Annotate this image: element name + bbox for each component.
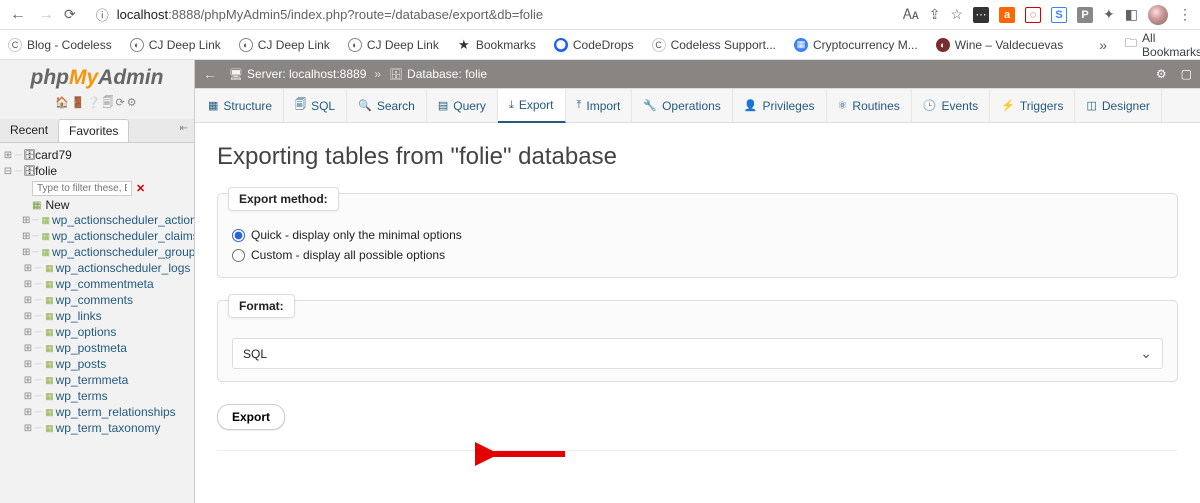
tab-search[interactable]: 🔍Search: [347, 89, 427, 122]
db-tree: ⊞─🗄card79 ⊟─🗄folie ✕ ▦New ⊞─▦wp_actionsc…: [0, 143, 194, 436]
settings-icon[interactable]: ⚙: [127, 97, 139, 109]
ext-icon-5[interactable]: P: [1077, 7, 1093, 23]
tab-export[interactable]: ⤓Export: [498, 89, 566, 123]
table-node[interactable]: ⊞─▦wp_actionscheduler_actions: [2, 212, 194, 228]
page-title: Exporting tables from "folie" database: [217, 143, 1178, 171]
page-settings-icon[interactable]: ⚙: [1156, 67, 1167, 81]
bookmark-item[interactable]: CCodeless Support...: [652, 38, 776, 52]
export-method-legend: Export method:: [228, 187, 339, 211]
filter-row: ✕: [2, 179, 194, 198]
reload-nav-icon[interactable]: ⟳: [116, 97, 127, 109]
table-node[interactable]: ⊞─▦wp_termmeta: [2, 372, 194, 388]
filter-input[interactable]: [32, 181, 132, 196]
new-table[interactable]: ▦New: [2, 198, 194, 212]
format-select[interactable]: SQL ⌄: [232, 338, 1163, 369]
bookmark-item[interactable]: ▦Cryptocurrency M...: [794, 38, 918, 52]
table-node[interactable]: ⊞─▦wp_postmeta: [2, 340, 194, 356]
home-icon[interactable]: 🏠: [55, 97, 71, 109]
tab-routines[interactable]: ⚛Routines: [827, 89, 912, 122]
tab-privileges[interactable]: 👤Privileges: [733, 89, 827, 122]
ext-icon-1[interactable]: ⋯: [973, 7, 989, 23]
radio-quick[interactable]: Quick - display only the minimal options: [232, 225, 1163, 245]
radio-custom[interactable]: Custom - display all possible options: [232, 245, 1163, 265]
forward-button[interactable]: →: [36, 6, 56, 24]
sidepanel-icon[interactable]: ◧: [1125, 6, 1138, 23]
toolbar-icons: 🗛 ⇪ ☆ ⋯ a ◌ S P ✦ ◧ ⋮: [903, 5, 1192, 25]
profile-avatar[interactable]: [1148, 5, 1168, 25]
bookmark-item[interactable]: ◐Wine – Valdecuevas: [936, 38, 1064, 52]
tab-triggers[interactable]: ⚡Triggers: [990, 89, 1075, 122]
pma-logo[interactable]: phpMyAdmin: [0, 60, 194, 92]
bookmark-item[interactable]: ⬤CodeDrops: [554, 38, 634, 52]
breadcrumb-database[interactable]: 🗄Database: folie: [389, 67, 487, 81]
extensions-icon[interactable]: ✦: [1103, 6, 1115, 23]
sql-icon[interactable]: 🗐: [103, 97, 116, 109]
export-page: Exporting tables from "folie" database E…: [195, 123, 1200, 471]
tab-sql[interactable]: 🗐SQL: [284, 89, 347, 122]
table-node[interactable]: ⊞─▦wp_term_taxonomy: [2, 420, 194, 436]
filter-clear-icon[interactable]: ✕: [136, 182, 145, 195]
star-icon[interactable]: ☆: [950, 6, 963, 23]
browser-toolbar: ← → ⟳ ⓘ localhost:8888/phpMyAdmin5/index…: [0, 0, 1200, 30]
bookmarks-overflow[interactable]: »: [1099, 37, 1107, 53]
table-node[interactable]: ⊞─▦wp_commentmeta: [2, 276, 194, 292]
address-bar[interactable]: ⓘ localhost:8888/phpMyAdmin5/index.php?r…: [84, 4, 895, 26]
table-node[interactable]: ⊞─▦wp_posts: [2, 356, 194, 372]
nav-shortcuts: 🏠🚪❔🗐⟳⚙: [0, 92, 194, 119]
bookmark-item[interactable]: ◐CJ Deep Link: [239, 38, 330, 52]
tab-query[interactable]: ▤Query: [427, 89, 498, 122]
export-button[interactable]: Export: [217, 404, 285, 430]
translate-icon[interactable]: 🗛: [903, 6, 919, 23]
back-button[interactable]: ←: [8, 6, 28, 24]
tab-favorites[interactable]: Favorites: [58, 119, 129, 142]
arrow-annotation: [475, 439, 575, 469]
bookmark-item[interactable]: ◐CJ Deep Link: [348, 38, 439, 52]
page-toggle-icon[interactable]: ▢: [1181, 67, 1192, 81]
nav-tabs: Recent Favorites ⇤: [0, 119, 194, 143]
table-node[interactable]: ⊞─▦wp_terms: [2, 388, 194, 404]
tab-import[interactable]: ⤒Import: [566, 89, 633, 122]
tab-designer[interactable]: ◫Designer: [1075, 89, 1161, 122]
breadcrumb: ← 🖥Server: localhost:8889 » 🗄Database: f…: [195, 60, 1200, 88]
share-icon[interactable]: ⇪: [929, 6, 941, 23]
docs-icon[interactable]: ❔: [87, 97, 103, 109]
db-node[interactable]: ⊞─🗄card79: [2, 147, 194, 163]
tab-structure[interactable]: ▦Structure: [197, 89, 284, 122]
tab-events[interactable]: 🕒Events: [912, 89, 990, 122]
db-node[interactable]: ⊟─🗄folie: [2, 163, 194, 179]
navigation-panel: phpMyAdmin 🏠🚪❔🗐⟳⚙ Recent Favorites ⇤ ⊞─🗄…: [0, 60, 195, 503]
table-node[interactable]: ⊞─▦wp_actionscheduler_claims: [2, 228, 194, 244]
bookmarks-bar: CBlog - Codeless ◐CJ Deep Link ◐CJ Deep …: [0, 30, 1200, 60]
all-bookmarks-folder[interactable]: 🗀All Bookmarks: [1125, 31, 1200, 59]
breadcrumb-server[interactable]: 🖥Server: localhost:8889: [229, 67, 366, 81]
format-legend: Format:: [228, 294, 295, 318]
table-node[interactable]: ⊞─▦wp_links: [2, 308, 194, 324]
table-node[interactable]: ⊞─▦wp_actionscheduler_logs: [2, 260, 194, 276]
table-node[interactable]: ⊞─▦wp_options: [2, 324, 194, 340]
table-node[interactable]: ⊞─▦wp_actionscheduler_groups: [2, 244, 194, 260]
logout-icon[interactable]: 🚪: [71, 97, 87, 109]
export-method-group: Export method: Quick - display only the …: [217, 193, 1178, 278]
table-node[interactable]: ⊞─▦wp_comments: [2, 292, 194, 308]
format-group: Format: SQL ⌄: [217, 300, 1178, 382]
ext-icon-3[interactable]: ◌: [1025, 7, 1041, 23]
main-content: ← 🖥Server: localhost:8889 » 🗄Database: f…: [195, 60, 1200, 503]
top-menu: ▦Structure 🗐SQL 🔍Search ▤Query ⤓Export ⤒…: [195, 88, 1200, 123]
breadcrumb-back-icon[interactable]: ←: [203, 66, 217, 82]
url-text: localhost:8888/phpMyAdmin5/index.php?rou…: [117, 7, 543, 22]
bookmark-item[interactable]: CBlog - Codeless: [8, 38, 112, 52]
chevron-down-icon: ⌄: [1140, 345, 1152, 362]
tab-operations[interactable]: 🔧Operations: [632, 89, 732, 122]
ext-icon-2[interactable]: a: [999, 7, 1015, 23]
collapse-icon[interactable]: ⇤: [174, 119, 194, 142]
reload-button[interactable]: ⟳: [64, 6, 76, 23]
table-node[interactable]: ⊞─▦wp_term_relationships: [2, 404, 194, 420]
bookmark-item[interactable]: ◐CJ Deep Link: [130, 38, 221, 52]
bookmark-item[interactable]: ★Bookmarks: [457, 38, 536, 52]
site-info-icon[interactable]: ⓘ: [96, 5, 109, 24]
menu-icon[interactable]: ⋮: [1178, 6, 1192, 23]
ext-icon-4[interactable]: S: [1051, 7, 1067, 23]
tab-recent[interactable]: Recent: [0, 119, 58, 142]
